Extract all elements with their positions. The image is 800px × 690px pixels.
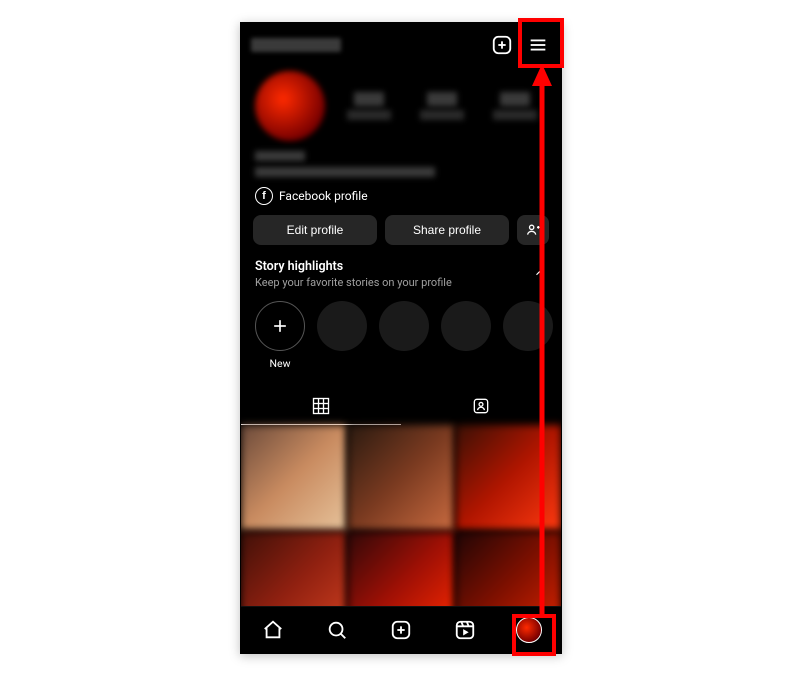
- post-thumbnail[interactable]: [348, 425, 453, 530]
- story-highlights-section: Story highlights Keep your favorite stor…: [241, 259, 561, 382]
- bottom-navigation: [241, 606, 561, 653]
- highlight-placeholder: [379, 301, 429, 370]
- profile-header: [241, 23, 561, 67]
- profile-avatar-small: [516, 617, 542, 643]
- profile-stats: [337, 92, 547, 120]
- plus-icon: [270, 316, 290, 336]
- share-profile-button[interactable]: Share profile: [385, 215, 509, 245]
- post-thumbnail[interactable]: [456, 425, 561, 530]
- highlights-title: Story highlights: [255, 259, 452, 274]
- highlights-subtitle: Keep your favorite stories on your profi…: [255, 276, 452, 289]
- reels-icon: [454, 619, 476, 641]
- profile-tabs: [241, 388, 561, 425]
- edit-profile-label: Edit profile: [287, 223, 344, 237]
- home-icon: [262, 619, 284, 641]
- nav-profile[interactable]: [497, 607, 561, 653]
- highlight-placeholder: [503, 301, 553, 370]
- canvas: f Facebook profile Edit profile Share pr…: [0, 0, 800, 690]
- tagged-icon: [471, 396, 491, 416]
- nav-home[interactable]: [241, 607, 305, 653]
- username-redacted: [251, 38, 341, 52]
- username-dropdown[interactable]: [251, 38, 479, 52]
- highlight-new[interactable]: New: [255, 301, 305, 370]
- highlight-placeholder: [441, 301, 491, 370]
- facebook-profile-label: Facebook profile: [279, 189, 368, 203]
- highlight-new-label: New: [270, 357, 291, 370]
- search-icon: [326, 619, 348, 641]
- add-person-icon: [525, 222, 541, 238]
- tab-tagged[interactable]: [401, 388, 561, 424]
- plus-square-icon: [491, 34, 513, 56]
- highlight-placeholder: [317, 301, 367, 370]
- tab-grid[interactable]: [241, 388, 401, 425]
- highlights-collapse-button[interactable]: [533, 265, 547, 284]
- profile-avatar[interactable]: [255, 71, 325, 141]
- nav-create[interactable]: [369, 607, 433, 653]
- profile-action-buttons: Edit profile Share profile: [241, 215, 561, 259]
- nav-reels[interactable]: [433, 607, 497, 653]
- facebook-icon: f: [255, 187, 273, 205]
- create-post-button[interactable]: [489, 32, 515, 58]
- discover-people-button[interactable]: [517, 215, 549, 245]
- hamburger-icon: [527, 34, 549, 56]
- profile-summary: [241, 67, 561, 141]
- hamburger-menu-button[interactable]: [525, 32, 551, 58]
- phone-screen: f Facebook profile Edit profile Share pr…: [240, 22, 562, 654]
- stat-posts[interactable]: [347, 92, 391, 120]
- share-profile-label: Share profile: [413, 223, 481, 237]
- stat-followers[interactable]: [420, 92, 464, 120]
- facebook-profile-link[interactable]: f Facebook profile: [241, 187, 561, 215]
- plus-square-icon: [390, 619, 412, 641]
- stat-following[interactable]: [493, 92, 537, 120]
- edit-profile-button[interactable]: Edit profile: [253, 215, 377, 245]
- nav-search[interactable]: [305, 607, 369, 653]
- chevron-up-icon: [533, 266, 547, 280]
- grid-icon: [311, 396, 331, 416]
- post-thumbnail[interactable]: [241, 425, 346, 530]
- profile-bio: [241, 141, 561, 187]
